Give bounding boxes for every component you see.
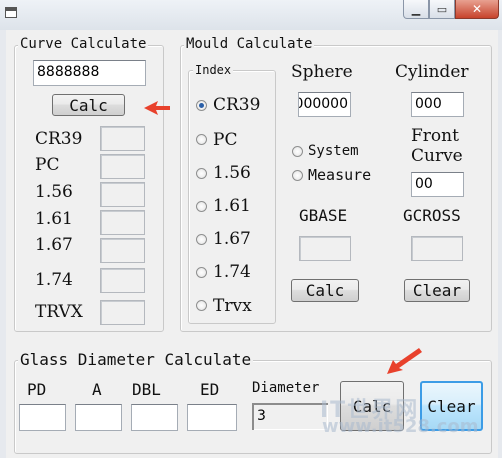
arrow-annotation-icon [144,101,170,115]
index-radio-174[interactable] [196,267,207,278]
mode-label-measure[interactable]: Measure [308,166,371,184]
index-label-167[interactable]: 1.67 [213,229,251,249]
minimize-button[interactable]: ▁ [403,0,429,19]
index-radio-161[interactable] [196,201,207,212]
front-curve-label-line2: Curve [411,146,463,166]
pd-input[interactable] [19,404,66,431]
maximize-icon: ▭ [436,2,448,16]
curve-calc-label: Calc [69,95,108,115]
glass-diameter-legend: Glass Diameter Calculate [18,350,254,369]
curve-row-label-trvx: TRVX [35,302,83,322]
cylinder-label: Cylinder [395,62,469,82]
index-radio-trvx[interactable] [196,300,207,311]
close-icon: ✕ [471,2,483,16]
curve-calculate-legend: Curve Calculate [18,36,149,52]
gbase-output [299,236,351,261]
title-bar: ▁ ▭ ✕ [0,0,502,30]
glass-clear-button[interactable]: Clear [420,381,483,431]
index-label-161[interactable]: 1.61 [213,196,251,216]
dbl-label: DBL [132,380,161,399]
mould-calc-label: Calc [305,281,345,300]
index-legend: Index [193,63,234,77]
curve-input[interactable]: 8888888 [33,60,146,86]
gcross-label: GCROSS [403,206,461,225]
curve-row-label-156: 1.56 [35,182,73,202]
gbase-label: GBASE [299,206,348,225]
curve-output-174 [100,268,145,293]
arrow-annotation-icon [387,348,422,374]
index-radio-167[interactable] [196,234,207,245]
curve-output-pc [100,154,145,179]
index-label-174[interactable]: 1.74 [213,262,251,282]
glass-calc-label: Calc [352,396,392,416]
curve-output-167 [100,238,145,263]
front-curve-label-line1: Front [411,126,459,146]
mode-label-system[interactable]: System [308,143,359,159]
curve-row-label-cr39: CR39 [35,129,83,149]
app-icon [5,7,17,18]
pd-label: PD [27,380,47,399]
ed-label: ED [200,380,220,399]
index-radio-156[interactable] [196,168,207,179]
sphere-input[interactable]: 000000 [298,92,351,117]
curve-row-label-pc: PC [35,155,60,175]
dbl-input[interactable] [131,404,178,431]
a-input[interactable] [75,404,122,431]
ed-input[interactable] [187,404,237,431]
curve-calc-button[interactable]: Calc [52,94,125,116]
diameter-label: Diameter [252,380,320,396]
index-radio-cr39[interactable] [196,100,207,111]
curve-row-label-174: 1.74 [35,270,73,290]
cylinder-input[interactable]: 000 [411,92,464,117]
curve-row-label-167: 1.67 [35,235,73,255]
glass-clear-label: Clear [427,396,476,416]
index-label-trvx[interactable]: Trvx [213,296,252,316]
glass-calc-button[interactable]: Calc [340,381,404,431]
curve-row-label-161: 1.61 [35,209,73,229]
gcross-output [411,236,463,261]
curve-output-cr39 [100,126,145,151]
sphere-label: Sphere [291,62,353,82]
mould-clear-label: Clear [412,281,462,300]
minimize-icon: ▁ [411,2,421,16]
front-curve-input[interactable]: 00 [411,172,464,197]
mould-calculate-legend: Mould Calculate [184,36,315,52]
index-radio-pc[interactable] [196,134,207,145]
index-label-156[interactable]: 1.56 [213,163,251,183]
maximize-button[interactable]: ▭ [429,0,455,19]
curve-output-161 [100,210,145,235]
mode-radio-system[interactable] [292,146,303,157]
curve-output-156 [100,182,145,207]
curve-output-trvx [100,300,145,325]
index-label-pc[interactable]: PC [213,130,237,150]
mode-radio-measure[interactable] [292,170,303,181]
mould-clear-button[interactable]: Clear [404,279,470,302]
index-label-cr39[interactable]: CR39 [213,95,260,115]
mould-calc-button[interactable]: Calc [291,279,359,302]
a-label: A [92,380,102,399]
diameter-output: 3 [252,403,328,430]
close-button[interactable]: ✕ [455,0,499,19]
